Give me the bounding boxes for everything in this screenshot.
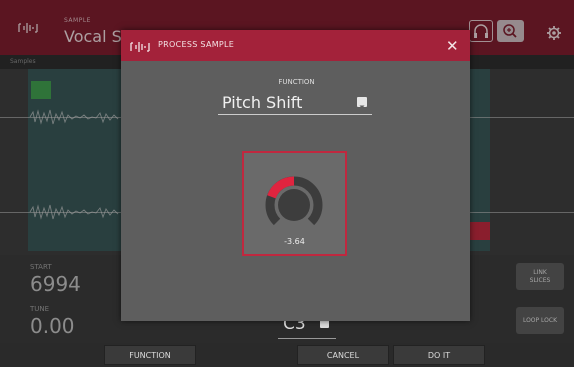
knob-value: -3.64 [284,237,305,246]
function-label: FUNCTION [278,78,315,86]
close-icon: ✕ [446,37,459,55]
cancel-button-label: CANCEL [326,350,360,360]
waveform-icon [130,39,150,58]
bottom-bar [0,343,574,367]
do-it-button-label: DO IT [427,350,451,360]
chevron-down-icon[interactable] [357,97,367,109]
knob-cap [278,189,310,221]
function-value: Pitch Shift [222,93,303,112]
function-button-label: FUNCTION [129,350,171,360]
close-button[interactable]: ✕ [446,37,459,55]
do-it-button[interactable]: DO IT [393,345,485,365]
dialog-title: PROCESS SAMPLE [158,40,235,49]
cancel-button[interactable]: CANCEL [297,345,389,365]
function-button[interactable]: FUNCTION [104,345,196,365]
